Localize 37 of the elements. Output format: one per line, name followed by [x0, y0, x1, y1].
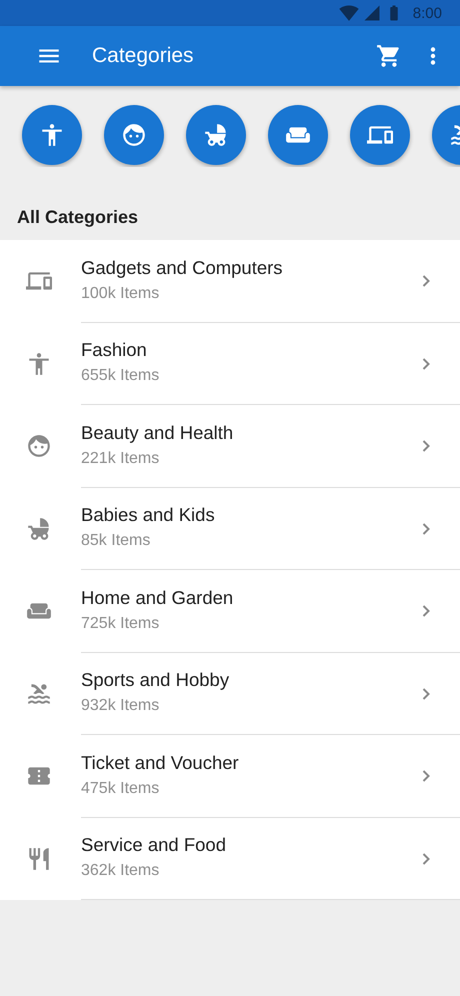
signal-icon: [362, 4, 381, 22]
chevron-icon: [422, 687, 430, 700]
item-count: 85k Items: [81, 532, 152, 550]
wifi-icon: [338, 3, 359, 23]
category-name[interactable]: Service and Food: [81, 834, 460, 856]
item-count: 100k Items: [81, 284, 160, 303]
status-time: 8:00: [412, 4, 442, 22]
category-name[interactable]: Sports and Hobby: [81, 669, 460, 692]
item-count: 725k Items: [81, 614, 160, 633]
item-count: 221k Items: [81, 450, 160, 468]
category-shortcut-button[interactable]: [104, 105, 164, 165]
category-name[interactable]: Gadgets and Computers: [81, 256, 460, 279]
category-name[interactable]: Beauty and Health: [81, 422, 460, 444]
category-shortcut-button[interactable]: [268, 105, 328, 165]
item-count: 475k Items: [81, 780, 160, 798]
category-shortcut-button[interactable]: [350, 105, 410, 165]
category-shortcut-button[interactable]: [22, 105, 82, 165]
chevron-icon: [422, 770, 430, 783]
section-title: All Categories: [16, 206, 140, 229]
chevron-icon: [422, 440, 430, 453]
chevron-icon: [422, 522, 430, 536]
chevron-icon: [422, 604, 430, 618]
category-name[interactable]: Fashion: [81, 339, 460, 362]
chevron-icon: [422, 852, 430, 866]
item-count: 362k Items: [81, 862, 160, 880]
chevron-icon: [422, 357, 430, 370]
category-name[interactable]: Home and Garden: [81, 586, 460, 609]
face-icon: [121, 122, 147, 148]
category-shortcut-button[interactable]: [186, 105, 246, 165]
item-count: 932k Items: [81, 697, 160, 716]
item-count: 655k Items: [81, 367, 160, 386]
more-icon: [430, 47, 436, 65]
category-name[interactable]: Babies and Kids: [81, 504, 460, 526]
screen-title: Categories: [92, 44, 195, 68]
chevron-icon: [422, 274, 430, 288]
face-icon: [26, 433, 52, 460]
category-name[interactable]: Ticket and Voucher: [81, 752, 460, 774]
